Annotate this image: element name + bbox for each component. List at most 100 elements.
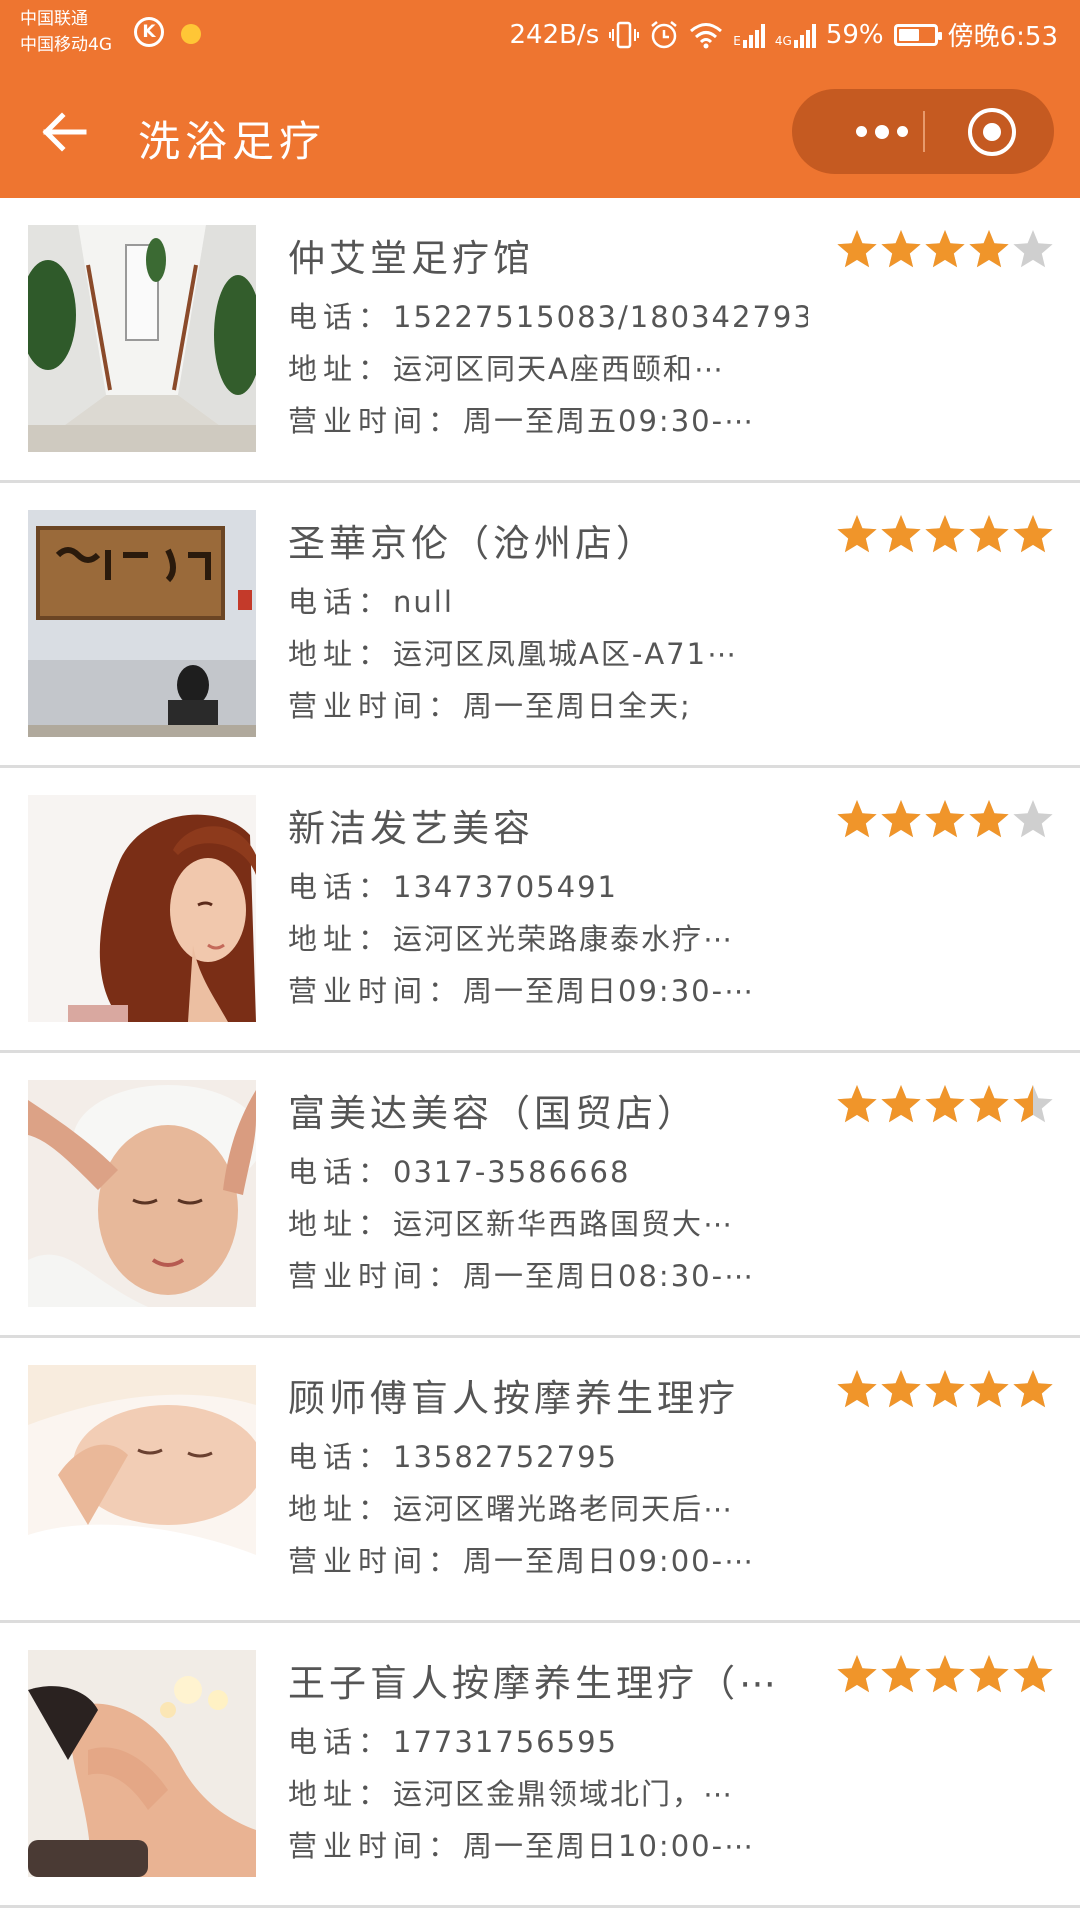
- store-thumbnail: [28, 1365, 256, 1592]
- k-app-icon: K: [134, 17, 164, 47]
- store-address: 地址：运河区新华西路国贸大⋯: [288, 1201, 808, 1243]
- star-icon: [1012, 1653, 1054, 1695]
- address-value: 运河区新华西路国贸大⋯: [393, 1207, 735, 1241]
- store-thumbnail: [28, 795, 256, 1022]
- hallway-photo: [28, 225, 256, 452]
- net-type-4g: 4G: [774, 33, 792, 48]
- status-icons: 242B/s E 4G 59% 傍晚6:53: [500, 16, 1059, 53]
- star-rating: [836, 798, 1056, 840]
- signal-e-icon: E: [733, 22, 765, 48]
- star-icon: [1012, 1083, 1054, 1125]
- store-name: 仲艾堂足疗馆: [288, 237, 534, 280]
- star-icon: [968, 1368, 1010, 1410]
- hours-label: 营业时间：: [288, 404, 464, 438]
- star-icon: [880, 1653, 922, 1695]
- store-item[interactable]: 顾师傅盲人按摩养生理疗 电话：13582752795 地址：运河区曙光路老同天后…: [0, 1338, 1080, 1623]
- star-rating: [836, 1653, 1056, 1695]
- signboard-photo: [28, 510, 256, 737]
- store-item[interactable]: 圣華京伦（沧州店） 电话：null 地址：运河区凤凰城A区-A71⋯ 营业时间：…: [0, 483, 1080, 768]
- close-target-icon[interactable]: [968, 108, 1016, 156]
- phone-label: 电话：: [288, 1440, 394, 1474]
- phone-value: 13582752795: [393, 1440, 618, 1474]
- store-phone: 电话：13473705491: [288, 864, 808, 906]
- title-bar: 洗浴足疗: [0, 70, 1080, 198]
- address-label: 地址：: [288, 1777, 394, 1811]
- star-icon: [836, 798, 878, 840]
- hair-model-photo: [28, 795, 256, 1022]
- net-speed: 242B/s: [509, 19, 600, 50]
- store-phone: 电话：17731756595: [288, 1719, 808, 1761]
- star-rating: [836, 228, 1056, 270]
- phone-value: 17731756595: [393, 1725, 618, 1759]
- hours-value: 周一至周日10:00-⋯: [463, 1829, 756, 1863]
- store-hours: 营业时间：周一至周日全天;: [288, 683, 808, 725]
- phone-value: 15227515083/18034279357: [393, 300, 808, 334]
- net-type-e: E: [733, 33, 741, 48]
- phone-label: 电话：: [288, 1155, 394, 1189]
- hours-value: 周一至周五09:30-⋯: [463, 404, 756, 438]
- address-value: 运河区同天A座西颐和⋯: [393, 352, 725, 386]
- spa-massage-photo: [28, 1650, 256, 1877]
- star-icon: [1012, 798, 1054, 840]
- more-icon[interactable]: [830, 89, 934, 174]
- star-icon: [1012, 1368, 1054, 1410]
- star-icon: [1012, 513, 1054, 555]
- star-rating: [836, 513, 1056, 555]
- store-item[interactable]: 新洁发艺美容 电话：13473705491 地址：运河区光荣路康泰水疗⋯ 营业时…: [0, 768, 1080, 1053]
- store-item[interactable]: 王子盲人按摩养生理疗（⋯ 电话：17731756595 地址：运河区金鼎领域北门…: [0, 1623, 1080, 1908]
- hours-label: 营业时间：: [288, 1829, 464, 1863]
- star-icon: [836, 228, 878, 270]
- facial-photo: [28, 1080, 256, 1307]
- star-rating: [836, 1368, 1056, 1410]
- star-icon: [924, 1653, 966, 1695]
- store-hours: 营业时间：周一至周日09:30-⋯: [288, 968, 808, 1010]
- store-name: 圣華京伦（沧州店）: [288, 522, 657, 565]
- store-address: 地址：运河区金鼎领域北门，⋯: [288, 1771, 808, 1813]
- hours-label: 营业时间：: [288, 1259, 464, 1293]
- star-icon: [968, 1083, 1010, 1125]
- store-thumbnail: [28, 510, 256, 737]
- store-hours: 营业时间：周一至周日08:30-⋯: [288, 1253, 808, 1295]
- store-thumbnail: [28, 1650, 256, 1877]
- star-icon: [836, 1083, 878, 1125]
- star-icon: [924, 1368, 966, 1410]
- star-icon: [880, 513, 922, 555]
- store-name: 王子盲人按摩养生理疗（⋯: [288, 1662, 780, 1705]
- store-hours: 营业时间：周一至周五09:30-⋯: [288, 398, 808, 440]
- back-arrow-icon[interactable]: [40, 112, 88, 152]
- hours-value: 周一至周日09:00-⋯: [463, 1544, 756, 1578]
- store-item[interactable]: 富美达美容（国贸店） 电话：0317-3586668 地址：运河区新华西路国贸大…: [0, 1053, 1080, 1338]
- vibrate-icon: [609, 21, 640, 48]
- address-label: 地址：: [288, 352, 394, 386]
- store-phone: 电话：0317-3586668: [288, 1149, 808, 1191]
- star-icon: [880, 228, 922, 270]
- store-name: 新洁发艺美容: [288, 807, 534, 850]
- page-title: 洗浴足疗: [138, 117, 327, 166]
- store-name: 富美达美容（国贸店）: [288, 1092, 698, 1135]
- capsule-divider: [923, 111, 925, 152]
- carrier-1: 中国联通: [20, 9, 88, 29]
- phone-value: null: [393, 585, 454, 619]
- star-icon: [924, 228, 966, 270]
- star-icon: [924, 513, 966, 555]
- store-address: 地址：运河区曙光路老同天后⋯: [288, 1486, 808, 1528]
- alarm-icon: [651, 20, 678, 48]
- address-label: 地址：: [288, 1492, 394, 1526]
- address-value: 运河区金鼎领域北门，⋯: [393, 1777, 735, 1811]
- notification-dot-icon: [181, 24, 201, 44]
- store-list: 仲艾堂足疗馆 电话：15227515083/18034279357 地址：运河区…: [0, 198, 1080, 1908]
- carrier-2: 中国移动4G: [20, 35, 112, 55]
- star-icon: [880, 1083, 922, 1125]
- phone-label: 电话：: [288, 300, 394, 334]
- star-icon: [836, 1653, 878, 1695]
- hours-value: 周一至周日08:30-⋯: [463, 1259, 756, 1293]
- store-thumbnail: [28, 225, 256, 452]
- store-hours: 营业时间：周一至周日10:00-⋯: [288, 1823, 808, 1865]
- phone-label: 电话：: [288, 870, 394, 904]
- store-item[interactable]: 仲艾堂足疗馆 电话：15227515083/18034279357 地址：运河区…: [0, 198, 1080, 483]
- address-label: 地址：: [288, 922, 394, 956]
- battery-icon: [893, 23, 942, 46]
- address-value: 运河区光荣路康泰水疗⋯: [393, 922, 735, 956]
- phone-label: 电话：: [288, 1725, 394, 1759]
- clock: 傍晚6:53: [947, 22, 1058, 52]
